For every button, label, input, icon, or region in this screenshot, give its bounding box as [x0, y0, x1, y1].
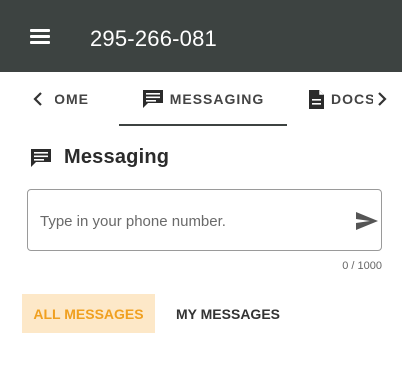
chevron-right-icon: [378, 92, 387, 106]
filter-all-messages[interactable]: ALL MESSAGES: [22, 294, 155, 333]
active-tab-indicator: [119, 124, 287, 126]
tab-home[interactable]: HOME: [55, 72, 89, 126]
section-title-label: Messaging: [64, 146, 170, 168]
send-icon: [356, 212, 378, 230]
phone-number-input[interactable]: [40, 210, 330, 232]
tab-messaging-label: MESSAGING: [169, 91, 265, 107]
send-button[interactable]: [355, 211, 379, 231]
chevron-left-icon: [33, 92, 42, 106]
tab-scroll-left-button[interactable]: [28, 88, 48, 110]
filter-my-messages[interactable]: MY MESSAGES: [167, 294, 289, 333]
tab-viewport: HOME MESSAGING: [55, 72, 373, 126]
tab-docs[interactable]: DOCS: [308, 72, 373, 126]
app-bar: 295-266-081: [0, 0, 402, 72]
tab-strip: HOME MESSAGING: [0, 72, 402, 126]
tab-docs-label: DOCS: [331, 91, 373, 107]
menu-button[interactable]: [30, 28, 50, 44]
tab-messaging[interactable]: MESSAGING: [119, 72, 287, 126]
chat-bubble-icon: [142, 89, 164, 109]
document-icon: [308, 89, 325, 110]
hamburger-icon: [30, 29, 50, 32]
compose-box: [27, 189, 382, 251]
tab-scroll-right-button[interactable]: [372, 88, 392, 110]
tab-home-label: HOME: [55, 91, 89, 107]
chat-bubble-icon: [31, 148, 51, 167]
character-counter: 0 / 1000: [342, 260, 382, 272]
app-title: 295-266-081: [90, 26, 217, 51]
section-title: Messaging: [30, 146, 169, 169]
